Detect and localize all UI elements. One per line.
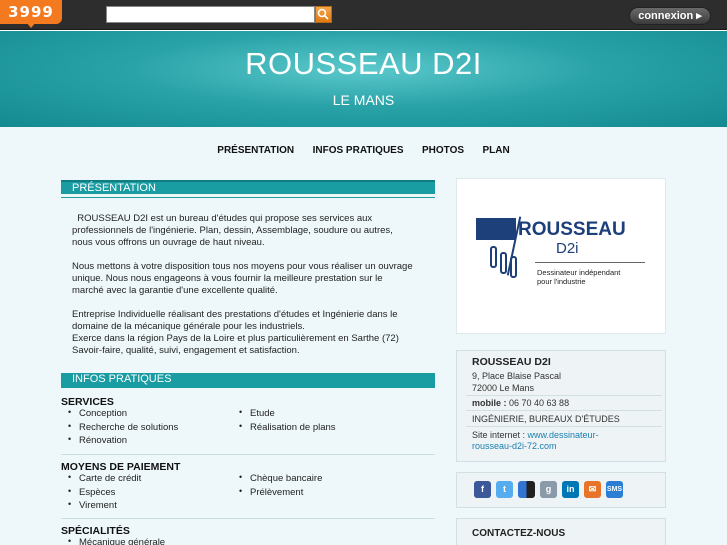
section-divider [61,387,435,388]
specialites-title: SPÉCIALITÉS [61,525,130,537]
presentation-line: domaine de la mécanique générale pour le… [72,321,305,332]
email-icon[interactable]: ✉ [584,481,601,498]
list-item: Carte de crédit [68,472,141,484]
brand-name: ROUSSEAU [518,219,626,240]
facebook-icon[interactable]: f [474,481,491,498]
website-link[interactable]: www.dessinateur- [528,430,599,440]
delicious-icon[interactable] [518,481,535,498]
presentation-line: Entreprise Individuelle réalisant des pr… [72,309,398,320]
website-link-cont[interactable]: rousseau-d2i-72.com [472,441,557,451]
address-line: 9, Place Blaise Pascal [472,371,562,381]
site-title: ROUSSEAU D2I [245,46,482,81]
twitter-icon[interactable]: t [496,481,513,498]
brand-tagline-line: Dessinateur indépendant [537,268,621,277]
list-item: Espèces [68,486,116,498]
nav-item-photos[interactable]: PHOTOS [422,145,464,156]
site-city: LE MANS [332,92,395,108]
brand-rule [535,262,645,263]
address-line: 72000 Le Mans [472,383,535,393]
connexion-button[interactable]: connexion ▸ [629,7,711,25]
flag-icon [476,218,516,240]
nav-item-plan[interactable]: PLAN [482,145,509,156]
linkedin-icon[interactable]: in [562,481,579,498]
figure-icon [510,256,517,278]
website-label: Site internet : [472,430,528,440]
list-item: Conception [68,407,127,419]
list-item: Etude [239,407,275,419]
list-item: Prélèvement [239,486,303,498]
list-item: Chèque bancaire [239,472,322,484]
main-nav: PRÉSENTATION INFOS PRATIQUES PHOTOS PLAN [0,140,727,158]
brand-tagline: Dessinateur indépendant pour l'industrie [537,268,657,286]
brand-sub: D2i [556,240,579,257]
infos-pratiques-heading: INFOS PRATIQUES [61,373,435,387]
subsection-divider [61,454,435,455]
section-divider [61,197,435,198]
presentation-heading: PRÉSENTATION [61,180,435,194]
nav-item-infos-pratiques[interactable]: INFOS PRATIQUES [313,145,404,156]
list-item: Virement [68,499,117,511]
search-button[interactable] [315,6,332,23]
list-item: Réalisation de plans [239,421,336,433]
website-line: Site internet : www.dessinateur- [472,430,599,440]
presentation-line: ROUSSEAU D2I est un bureau d'études qui … [72,213,373,224]
list-item: Rénovation [68,434,127,446]
presentation-line: Nous mettons à votre disposition tous no… [72,261,413,272]
presentation-line: Savoir-faire, qualité, suivi, engagement… [72,345,300,356]
logo-tail [26,22,36,28]
sms-icon[interactable]: SMS [606,481,623,498]
mobile-number[interactable]: 06 70 40 63 88 [509,398,569,408]
figure-icon [490,246,497,268]
infobox-title: ROUSSEAU D2I [472,356,551,368]
contact-title: CONTACTEZ-NOUS [472,528,566,539]
presentation-line: professionnels de l'ingénierie. Plan, de… [72,225,393,236]
presentation-text: ROUSSEAU D2I est un bureau d'études qui … [72,213,434,357]
presentation-line [72,249,434,261]
mobile-label: mobile : [472,398,510,408]
infobox-divider [466,410,662,411]
category-line: INGÉNIERIE, BUREAUX D'ÉTUDES [472,414,620,424]
infobox-divider [466,395,662,396]
search-icon [317,8,329,20]
list-item: Recherche de solutions [68,421,178,433]
subsection-divider [61,518,435,519]
presentation-line: unique. Nous nous engageons à vous fourn… [72,273,383,284]
nav-item-presentation[interactable]: PRÉSENTATION [217,145,294,156]
google-icon[interactable]: g [540,481,557,498]
presentation-line: marché avec la garantie d'une excellente… [72,285,278,296]
figure-icon [500,252,507,274]
list-item: Mécanique générale [68,536,165,545]
presentation-line [72,297,434,309]
mobile-line: mobile : 06 70 40 63 88 [472,398,569,408]
brand-tagline-line: pour l'industrie [537,277,586,286]
presentation-line: Exerce dans la région Pays de la Loire e… [72,333,399,344]
infobox-divider [466,426,662,427]
presentation-line: nous vous offrons un ouvrage de haut niv… [72,237,265,248]
payment-title: MOYENS DE PAIEMENT [61,461,181,473]
site-logo[interactable]: 3999 [0,0,62,24]
search-input[interactable] [106,6,315,23]
